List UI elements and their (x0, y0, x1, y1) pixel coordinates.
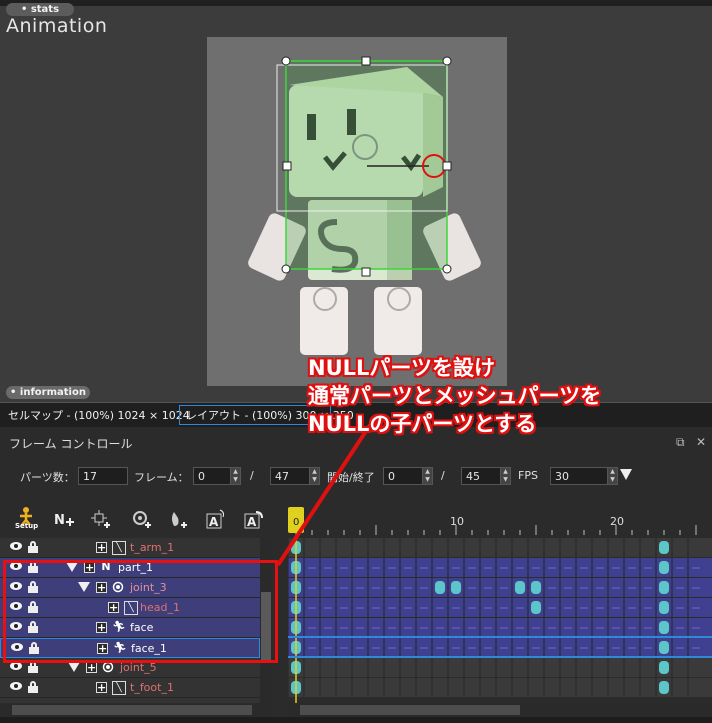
start-frame-spinner[interactable]: ▲ ▼ (422, 467, 433, 485)
right-leg-shape (374, 287, 422, 355)
layer-name: t_arm_1 (130, 541, 175, 554)
annotation-highlight-box (3, 560, 278, 663)
keyframe-marker (659, 581, 669, 594)
close-icon[interactable]: ✕ (696, 435, 706, 449)
viewport-title: Animation (6, 15, 108, 37)
keyframe-marker (659, 601, 669, 614)
left-leg-shape (300, 287, 348, 355)
keyframe-marker (451, 581, 461, 594)
parts-count-field: 17 (78, 467, 128, 485)
keyframe-marker (515, 581, 525, 594)
collapse-triangle-icon[interactable] (68, 662, 80, 672)
annotation-line-3: NULLの子パーツとする (308, 412, 537, 436)
end-frame-spinner[interactable]: ▲ ▼ (500, 467, 511, 485)
frame-label: フレーム： (134, 471, 189, 484)
fps-label: FPS (518, 469, 538, 482)
add-normal-part-icon[interactable] (89, 508, 113, 532)
timeline-hscroll-thumb[interactable] (300, 705, 520, 715)
layer-name: t_foot_1 (130, 681, 174, 694)
keyframe-marker (659, 561, 669, 574)
ruler-tick-label: 10 (450, 515, 464, 528)
setup-label: Setup (15, 522, 39, 530)
panel-title: フレーム コントロール (9, 437, 133, 451)
current-frame-input[interactable]: 0 (193, 467, 233, 485)
frame-spinner[interactable]: ▲ ▼ (230, 467, 241, 485)
parts-count-label: パーツ数： (20, 471, 75, 484)
keyframe-marker (659, 681, 669, 694)
animation-viewport[interactable]: • stats Animation • information (0, 0, 712, 402)
top-strip (0, 0, 712, 6)
eye-icon[interactable] (10, 662, 22, 670)
fps-input[interactable]: 30 (550, 467, 608, 485)
tab-cellmap[interactable]: セルマップ - (100%) 1024 × 1024 (8, 407, 190, 423)
end-frame-input[interactable]: 45 (461, 467, 501, 485)
lock-icon[interactable] (28, 541, 38, 553)
eye-icon[interactable] (10, 682, 22, 690)
layer-row[interactable]: + ╲ t_foot_1 (0, 678, 260, 698)
keyframe-marker (659, 641, 669, 654)
rotate-text-a-icon[interactable]: A (242, 508, 266, 532)
add-bone-icon[interactable] (166, 508, 190, 532)
expand-toggle-icon[interactable]: + (96, 682, 107, 693)
layer-list-hscroll-thumb[interactable] (12, 705, 252, 715)
ruler-tick-label: 20 (610, 515, 624, 528)
add-text-a-icon[interactable]: A (204, 508, 228, 532)
keyframe-marker (659, 621, 669, 634)
layout-canvas[interactable] (207, 37, 507, 386)
start-end-slash: / (441, 469, 445, 482)
bottom-strip (0, 717, 712, 723)
keyframe-marker (531, 601, 541, 614)
character-preview (248, 56, 481, 355)
svg-text:N: N (54, 513, 65, 528)
keyframe-marker (435, 581, 445, 594)
layer-toolbar: Setup N A A (0, 505, 280, 535)
keyframe-marker (531, 581, 541, 594)
expand-toggle-icon[interactable]: + (96, 542, 107, 553)
svg-text:A: A (247, 515, 257, 529)
start-frame-input[interactable]: 0 (383, 467, 423, 485)
information-tab[interactable]: • information (6, 386, 90, 399)
annotation-line-2: 通常パーツとメッシュパーツを (308, 384, 602, 408)
fps-spinner[interactable]: ▲ ▼ (607, 467, 618, 485)
add-joint-icon[interactable] (130, 508, 154, 532)
normal-part-icon: ╲ (112, 541, 126, 555)
normal-part-icon: ╲ (112, 681, 126, 695)
undock-icon[interactable]: ⧉ (676, 435, 685, 450)
expand-toggle-icon[interactable]: + (86, 662, 97, 673)
keyframe-marker (659, 661, 669, 674)
fps-dropdown-icon[interactable] (620, 469, 632, 480)
layer-row[interactable]: + ╲ t_arm_1 (0, 538, 260, 558)
frame-slash: / (250, 469, 254, 482)
eye-icon[interactable] (10, 542, 22, 550)
keyframe-marker (659, 541, 669, 554)
add-null-part-icon[interactable]: N (52, 508, 76, 532)
lock-icon[interactable] (28, 681, 38, 693)
annotation-arrow (276, 423, 372, 567)
annotation-line-1: NULLパーツを設け (308, 356, 495, 380)
svg-text:A: A (209, 515, 219, 529)
